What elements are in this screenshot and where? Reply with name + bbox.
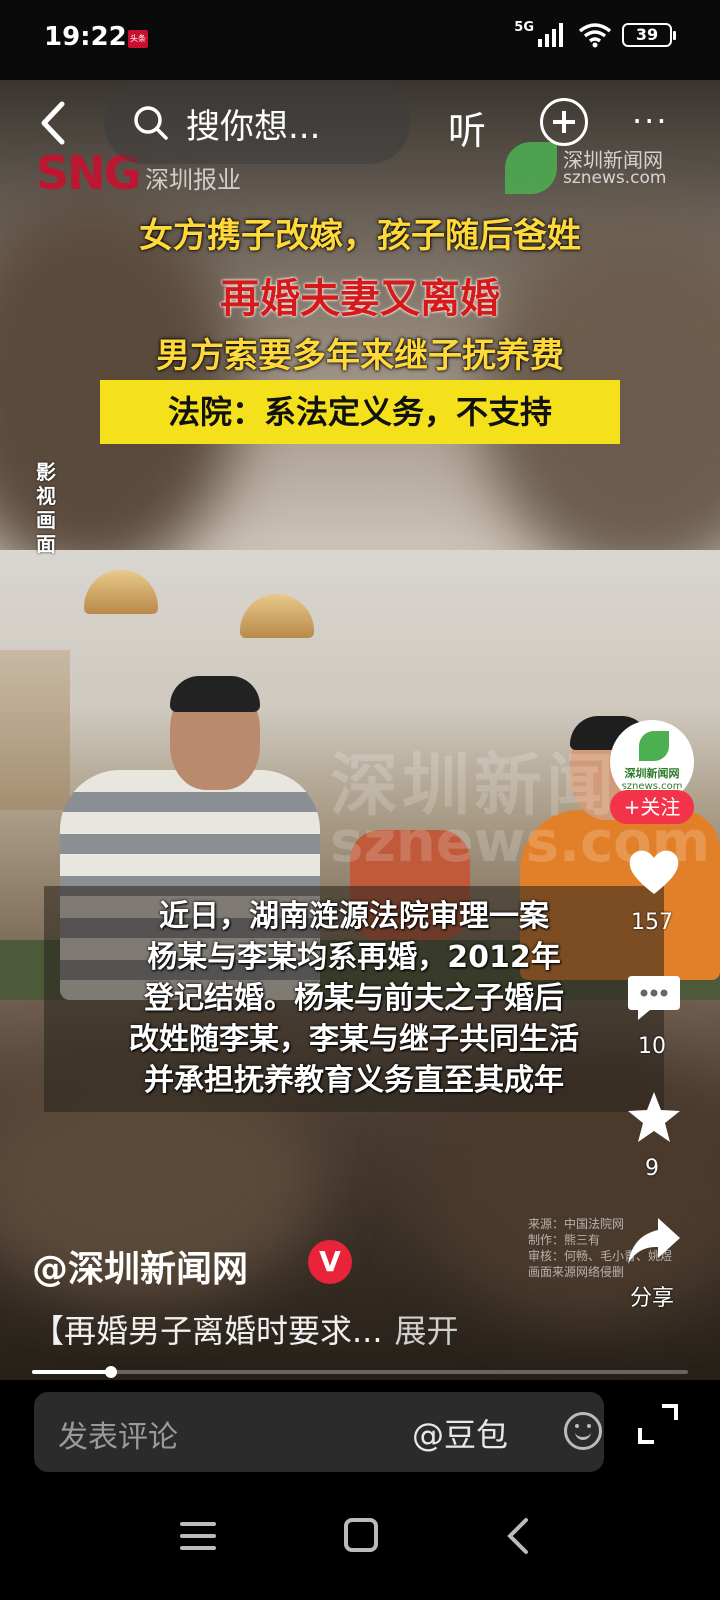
signal-icon — [538, 23, 563, 47]
subtitle-box: 近日，湖南涟源法院审理一案 杨某与李某均系再婚，2012年 登记结婚。杨某与前夫… — [44, 886, 664, 1112]
comment-icon[interactable] — [626, 968, 682, 1024]
add-button[interactable] — [540, 98, 588, 146]
pendant-lamp — [240, 594, 314, 638]
notification-app-icon: 头条 — [128, 30, 148, 48]
status-bar: 19:22 头条 5G 39 — [0, 0, 720, 80]
leaf-icon — [639, 731, 669, 761]
description-text: 【再婚男子离婚时要求... — [32, 1312, 383, 1350]
like-count: 157 — [631, 910, 673, 935]
subtitle-line: 登记结婚。杨某与前夫之子婚后 — [144, 981, 564, 1016]
video-progress-bar[interactable] — [32, 1366, 688, 1378]
share-label: 分享 — [629, 1286, 674, 1311]
headline-banner: 法院：系法定义务，不支持 — [100, 380, 620, 444]
subtitle-line: 改姓随李某，李某与继子共同生活 — [129, 1022, 579, 1057]
expand-link[interactable]: 展开 — [395, 1312, 459, 1350]
listen-button[interactable]: 听 — [448, 100, 486, 155]
system-nav-bar — [0, 1490, 720, 1600]
footage-tag: 影视画面 — [36, 460, 56, 556]
sznews-logo-en: sznews.com — [563, 168, 667, 188]
subtitle-line: 近日，湖南涟源法院审理一案 — [159, 899, 549, 934]
star-icon[interactable] — [626, 1090, 682, 1146]
emoji-icon[interactable] — [564, 1412, 602, 1450]
wifi-icon — [578, 23, 612, 48]
share-icon[interactable] — [626, 1214, 682, 1270]
progress-handle[interactable] — [104, 1366, 117, 1378]
more-options-button[interactable]: ··· — [632, 102, 669, 140]
search-text: 搜你想... — [186, 106, 321, 147]
back-arrow-icon[interactable] — [30, 98, 80, 148]
subtitle-line: 并承担抚养教育义务直至其成年 — [144, 1063, 564, 1098]
pendant-lamp — [84, 570, 158, 614]
subtitle-line: 杨某与李某均系再婚，2012年 — [147, 940, 561, 975]
progress-fill — [32, 1370, 111, 1374]
heart-icon[interactable] — [626, 844, 682, 900]
status-icons: 5G 39 — [514, 19, 676, 48]
search-bar[interactable]: 搜你想... — [104, 82, 410, 164]
comment-count: 10 — [638, 1034, 666, 1059]
recent-apps-icon[interactable] — [180, 1522, 216, 1552]
comment-placeholder: 发表评论 — [58, 1420, 178, 1455]
favorite-count: 9 — [645, 1156, 659, 1181]
top-bar: 搜你想... 听 ··· — [0, 80, 720, 170]
nav-back-icon[interactable] — [500, 1516, 540, 1556]
avatar-label-cn: 深圳新闻网 — [624, 767, 680, 780]
home-icon[interactable] — [344, 1518, 378, 1552]
post-description[interactable]: 【再婚男子离婚时要求... 展开 — [32, 1306, 459, 1352]
comment-bar: 发表评论 @豆包 — [0, 1380, 720, 1490]
headline-1: 女方携子改嫁，孩子随后爸姓 — [139, 216, 581, 256]
battery-indicator: 39 — [622, 23, 676, 47]
headline-3: 男方索要多年来继子抚养费 — [156, 336, 564, 376]
video-player[interactable]: 深圳新闻网 sznews.com SNG 深圳报业 深圳新闻网 sznews.c… — [0, 80, 720, 1380]
fullscreen-icon[interactable] — [636, 1402, 680, 1446]
mention-doubao-button[interactable]: @豆包 — [412, 1410, 508, 1456]
headline-2: 再婚夫妻又离婚 — [220, 276, 500, 322]
follow-button[interactable]: +关注 — [610, 790, 694, 824]
comment-input[interactable]: 发表评论 @豆包 — [34, 1392, 604, 1472]
verified-badge: V — [308, 1240, 352, 1284]
network-type: 5G — [514, 19, 534, 35]
author-name[interactable]: @深圳新闻网 — [32, 1240, 248, 1292]
search-icon — [134, 106, 168, 140]
status-time: 19:22 — [44, 22, 127, 52]
